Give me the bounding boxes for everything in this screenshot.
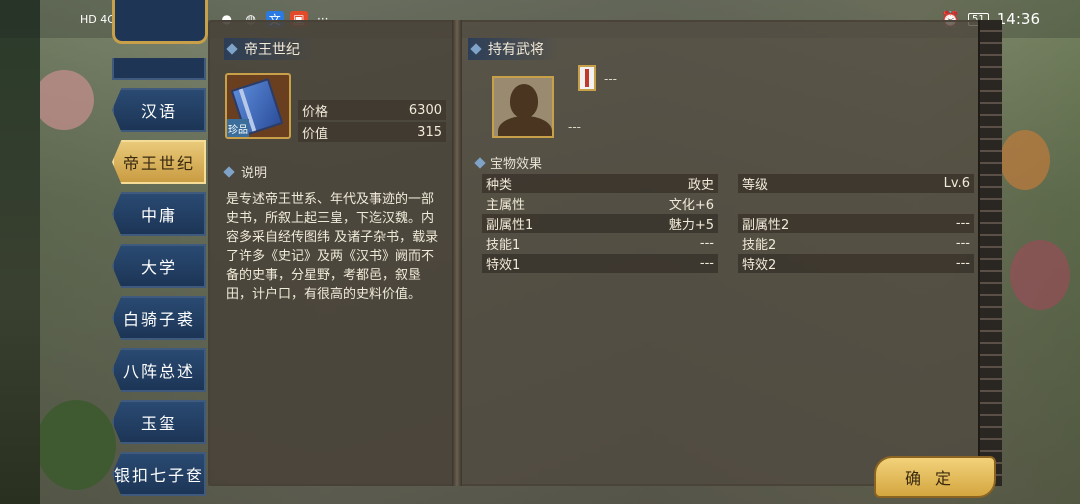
effect-label: 副属性2 [742,218,790,233]
description-header: 说明 [223,162,268,181]
effect-row: 技能1 --- [482,234,718,253]
effect-label: 特效2 [742,258,777,273]
effect-label: 副属性1 [486,218,534,233]
effect-row: 特效2 --- [738,254,974,273]
effect-value: 文化+6 [668,198,714,213]
effect-row: 种类 政史 [482,174,718,193]
effect-row: 副属性2 --- [738,214,974,233]
diamond-icon [470,43,482,55]
silhouette-icon [510,84,538,118]
effect-row: 副属性1 魅力+5 [482,214,718,233]
clock: 14:36 [996,10,1040,28]
left-edge [0,0,40,504]
treasure-list-item[interactable]: 帝王世纪 [112,140,206,184]
effect-value: --- [699,256,714,271]
item-icon-frame[interactable]: 珍品 [225,73,291,139]
effect-row: 技能2 --- [738,234,974,253]
diamond-icon [474,156,486,169]
effects-title: 宝物效果 [490,157,543,172]
price-row: 价格 6300 [298,100,446,120]
effects-header: 宝物效果 [474,153,543,172]
tree-decoration [1000,130,1050,190]
general-subtext: --- [568,120,581,134]
effect-label: 等级 [742,178,769,193]
effect-value: 政史 [687,178,714,193]
treasure-list-item[interactable]: 八阵总述 [112,348,206,392]
general-portrait[interactable] [492,76,554,138]
effect-row: 特效1 --- [482,254,718,273]
treasure-list-item[interactable]: 银扣七子奁 [112,452,206,496]
treasure-list-item[interactable]: 中庸 [112,192,206,236]
effect-label: 特效1 [486,258,521,273]
description-label: 说明 [241,166,268,181]
effect-row [738,194,974,213]
effect-label: 主属性 [486,198,526,213]
panel-divider [452,20,462,486]
diamond-icon [223,165,235,178]
effect-label: 技能2 [742,238,777,253]
scroll-edge [978,20,1002,486]
value-label: 价值 [302,126,329,142]
effect-value: 魅力+5 [668,218,714,233]
rarity-tag: 珍品 [227,119,249,137]
diamond-icon [226,43,238,55]
value-row: 价值 315 [298,122,446,142]
treasure-list-item[interactable]: 汉语 [112,88,206,132]
bookmark-icon [578,65,596,91]
nav-header-ornament [112,0,208,44]
tree-decoration [34,70,94,130]
holder-title-text: 持有武将 [488,42,544,58]
nav-scroll-top [112,58,206,80]
effect-row: 主属性 文化+6 [482,194,718,213]
confirm-button[interactable]: 确定 [874,456,996,498]
item-title: 帝王世纪 [224,38,314,60]
value-value: 315 [417,124,442,140]
effect-row: 等级 Lv.6 [738,174,974,193]
effect-label: 技能1 [486,238,521,253]
effect-value: --- [955,216,970,231]
effect-value: Lv.6 [943,176,970,191]
price-value: 6300 [408,102,442,118]
effect-value: --- [955,236,970,251]
network-label: HD 4G [80,12,116,26]
effect-value: --- [955,256,970,271]
item-description: 是专述帝王世系、年代及事迹的一部史书，所叙上起三皇，下迄汉魏。内容多采自经传图纬… [226,192,439,302]
general-name: --- [604,72,617,86]
effect-label: 种类 [486,178,513,193]
item-title-text: 帝王世纪 [244,42,300,58]
treasure-list-item[interactable]: 大学 [112,244,206,288]
price-label: 价格 [302,104,329,120]
tree-decoration [1010,240,1070,310]
treasure-list-item[interactable]: 白骑子裘 [112,296,206,340]
effect-value: --- [699,236,714,251]
holder-title: 持有武将 [468,38,558,60]
tree-decoration [36,400,116,490]
treasure-list-item[interactable]: 玉玺 [112,400,206,444]
